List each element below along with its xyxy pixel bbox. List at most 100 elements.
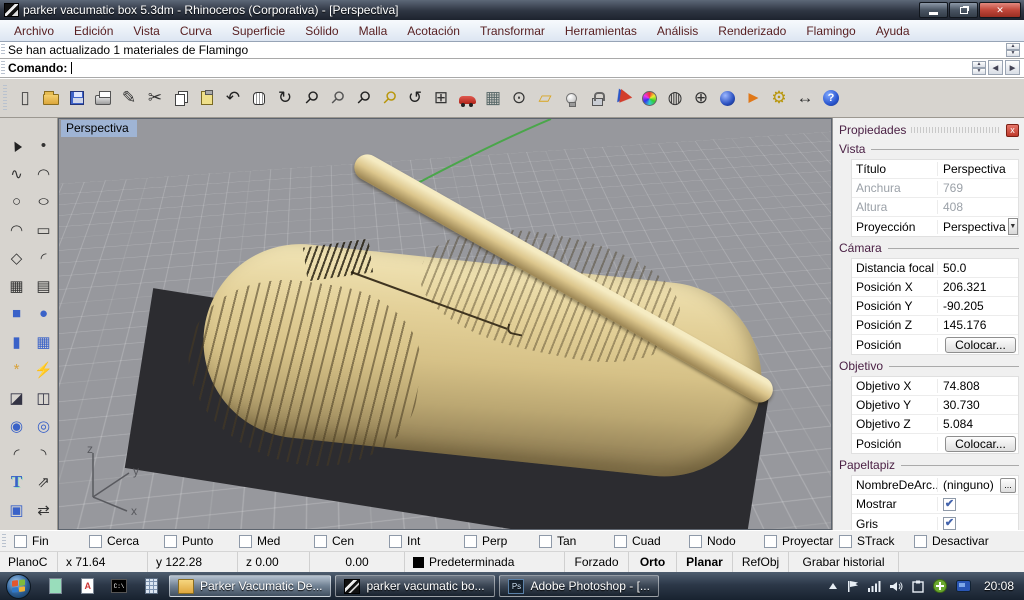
layer-button[interactable]: Predeterminada — [405, 552, 565, 572]
toolbar-icon-sphere-grid[interactable]: ⊕ — [688, 85, 714, 112]
toolbar-icon-print[interactable] — [90, 85, 116, 112]
side-tool-group-circles[interactable]: ◎ — [30, 412, 57, 439]
start-button[interactable] — [6, 574, 31, 599]
scroll-left-icon[interactable]: ◀ — [988, 60, 1003, 75]
menu-item-edici-n[interactable]: Edición — [64, 21, 123, 41]
wallpaper-browse-button[interactable]: ... — [1000, 478, 1016, 493]
side-tool-curve-control[interactable]: ∿ — [3, 160, 30, 187]
toolbar-icon-cone-arrow[interactable]: ▲ — [740, 85, 766, 112]
viewport-title-tab[interactable]: Perspectiva — [61, 120, 137, 137]
drag-handle[interactable] — [3, 85, 7, 111]
toolbar-icon-lock[interactable] — [584, 85, 610, 112]
menu-item-malla[interactable]: Malla — [349, 21, 398, 41]
quicklaunch-calculator-icon[interactable] — [142, 577, 160, 595]
ortho-toggle[interactable]: Orto — [629, 552, 677, 572]
toolbar-icon-gears[interactable]: ⚙ — [766, 85, 792, 112]
network-icon[interactable] — [868, 581, 881, 592]
side-tool-select[interactable]: ▲ — [3, 132, 30, 159]
toolbar-icon-cut[interactable]: ✂ — [142, 85, 168, 112]
toolbar-icon-sphere-wire[interactable]: ◍ — [662, 85, 688, 112]
toolbar-icon-save[interactable] — [64, 85, 90, 112]
quicklaunch-notepad-icon[interactable] — [46, 577, 64, 595]
refobj-toggle[interactable]: RefObj — [733, 552, 789, 572]
spinner-down-icon[interactable]: ▼ — [972, 68, 986, 75]
osnap-checkbox[interactable] — [14, 535, 27, 548]
side-tool-split[interactable]: ◫ — [30, 384, 57, 411]
menu-item-flamingo[interactable]: Flamingo — [796, 21, 865, 41]
osnap-checkbox[interactable] — [539, 535, 552, 548]
osnap-toggle-med[interactable]: Med — [239, 534, 314, 548]
side-tool-blocks[interactable]: ▣ — [3, 496, 30, 523]
side-tool-rectangle[interactable]: ▭ — [30, 216, 57, 243]
menu-item-vista[interactable]: Vista — [123, 21, 169, 41]
toolbar-icon-help[interactable] — [818, 85, 844, 112]
osnap-checkbox[interactable] — [614, 535, 627, 548]
side-tool-sphere-solid[interactable]: ● — [30, 300, 57, 327]
osnap-checkbox[interactable] — [464, 535, 477, 548]
menu-item-herramientas[interactable]: Herramientas — [555, 21, 647, 41]
osnap-checkbox[interactable] — [839, 535, 852, 548]
taskbar-button-explorer[interactable]: Parker Vacumatic De... — [169, 575, 331, 597]
camera-place-button[interactable]: Colocar... — [945, 337, 1016, 353]
toolbar-icon-light[interactable] — [558, 85, 584, 112]
taskbar-button-photoshop[interactable]: PsAdobe Photoshop - [... — [499, 575, 659, 597]
menu-item-renderizado[interactable]: Renderizado — [708, 21, 796, 41]
side-tool-boolean-circles[interactable]: ◉ — [3, 412, 30, 439]
toolbar-icon-block-shapes[interactable]: ▱ — [532, 85, 558, 112]
taskbar-button-rhino[interactable]: parker vacumatic bo... — [335, 575, 495, 597]
panel-close-icon[interactable]: x — [1006, 124, 1019, 137]
target-place-button[interactable]: Colocar... — [945, 436, 1016, 452]
osnap-toggle-cuad[interactable]: Cuad — [614, 534, 689, 548]
history-scroll-up-icon[interactable]: ▲ — [1006, 43, 1020, 50]
toolbar-icon-zoom-window[interactable]: ⚲ — [324, 85, 350, 112]
antivirus-icon[interactable] — [933, 579, 947, 593]
close-button[interactable]: ✕ — [979, 2, 1021, 18]
side-tool-circle[interactable]: ○ — [3, 188, 30, 215]
osnap-toggle-proyectar[interactable]: Proyectar — [764, 534, 839, 548]
toolbar-icon-render-sphere[interactable] — [714, 85, 740, 112]
menu-item-transformar[interactable]: Transformar — [470, 21, 555, 41]
side-tool-ellipse[interactable]: ○ — [30, 188, 57, 215]
side-tool-trim[interactable]: ◪ — [3, 384, 30, 411]
quicklaunch-wordpad-icon[interactable] — [78, 577, 96, 595]
side-tool-polygon[interactable]: ◇ — [3, 244, 30, 271]
osnap-checkbox[interactable] — [389, 535, 402, 548]
toolbar-icon-circle-axis[interactable]: ⊙ — [506, 85, 532, 112]
menu-item-an-lisis[interactable]: Análisis — [647, 21, 708, 41]
side-tool-blend-curve[interactable]: ◝ — [30, 440, 57, 467]
osnap-checkbox[interactable] — [689, 535, 702, 548]
scroll-right-icon[interactable]: ▶ — [1005, 60, 1020, 75]
drag-handle[interactable] — [1, 61, 5, 75]
side-tool-boolean-union[interactable]: * — [3, 356, 30, 383]
toolbar-icon-undo-view[interactable]: ↺ — [402, 85, 428, 112]
side-tool-arc[interactable]: ◠ — [3, 216, 30, 243]
history-scroll-down-icon[interactable]: ▼ — [1006, 50, 1020, 57]
side-tool-curve-edit[interactable]: ◜ — [3, 440, 30, 467]
history-toggle[interactable]: Grabar historial — [789, 552, 899, 572]
side-tool-distribute[interactable]: ⇄ — [30, 496, 57, 523]
menu-item-superficie[interactable]: Superficie — [222, 21, 295, 41]
toolbar-icon-new-file[interactable]: ▯ — [12, 85, 38, 112]
side-tool-surface-points[interactable]: ▦ — [3, 272, 30, 299]
osnap-toggle-int[interactable]: Int — [389, 534, 464, 548]
osnap-toggle-desactivar[interactable]: Desactivar — [914, 534, 989, 548]
quicklaunch-cmd-icon[interactable]: C:\ — [110, 577, 128, 595]
side-tool-explode[interactable]: ⚡ — [30, 356, 57, 383]
osnap-checkbox[interactable] — [89, 535, 102, 548]
side-tool-curve-interpolate[interactable]: ◠ — [30, 160, 57, 187]
osnap-checkbox[interactable] — [239, 535, 252, 548]
osnap-checkbox[interactable] — [314, 535, 327, 548]
projection-dropdown-icon[interactable]: ▼ — [1008, 218, 1018, 235]
side-tool-mesh-surface[interactable]: ▦ — [30, 328, 57, 355]
toolbar-icon-zoom-extents[interactable]: ⚲ — [350, 85, 376, 112]
side-tool-cylinder-surface[interactable]: ▮ — [3, 328, 30, 355]
spinner-up-icon[interactable]: ▲ — [972, 61, 986, 68]
wallpaper-gray-checkbox[interactable]: ✔ — [943, 517, 956, 530]
osnap-toggle-punto[interactable]: Punto — [164, 534, 239, 548]
side-tool-text[interactable]: T — [3, 468, 30, 495]
drag-handle[interactable] — [1, 44, 5, 56]
volume-icon[interactable] — [890, 581, 903, 592]
osnap-toggle-fin[interactable]: Fin — [14, 534, 89, 548]
toolbar-icon-zoom-selected[interactable]: ⚲ — [376, 85, 402, 112]
side-tool-point[interactable]: • — [30, 132, 57, 159]
